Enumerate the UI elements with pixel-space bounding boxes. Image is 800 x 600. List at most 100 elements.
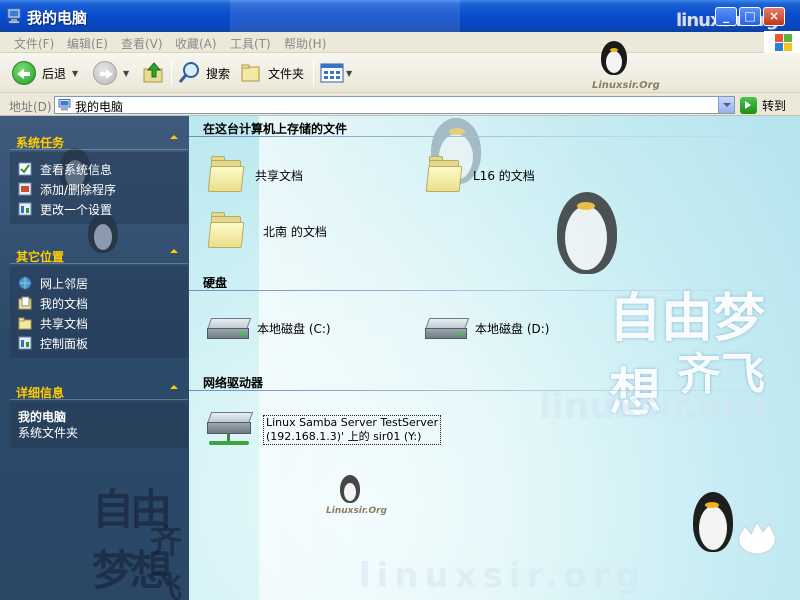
- forward-button[interactable]: ▼: [93, 59, 129, 87]
- menu-help[interactable]: 帮助(H): [284, 35, 326, 52]
- folders-button[interactable]: 文件夹: [240, 59, 304, 87]
- maximize-button[interactable]: □: [739, 7, 761, 26]
- folder-icon: [207, 212, 245, 250]
- group-divider: [189, 390, 800, 391]
- details-name: 我的电脑: [18, 410, 67, 424]
- item-label: 本地磁盘 (D:): [475, 321, 550, 336]
- side-link-label: 网上邻居: [40, 276, 89, 291]
- control-panel-link[interactable]: 控制面板: [18, 334, 88, 352]
- network-drive-icon: [205, 410, 257, 450]
- details-title: 详细信息: [16, 386, 65, 400]
- sidebar-slogan-2: 齐飞: [150, 522, 182, 600]
- other-places-title: 其它位置: [16, 250, 65, 264]
- title-bar[interactable]: 我的电脑 linuxsir.org _ □ ×: [0, 0, 800, 32]
- hard-drive-icon: [205, 314, 253, 342]
- toolbar: 后退 ▼ ▼ 搜索 文件夹 ▼ Linuxsir.Org: [0, 41, 800, 93]
- menu-view[interactable]: 查看(V): [121, 35, 163, 52]
- collapse-chevron-icon[interactable]: [170, 249, 178, 253]
- hard-drive-icon: [423, 314, 471, 342]
- side-link-label: 我的文档: [40, 296, 89, 311]
- item-label: 北南 的文档: [263, 224, 327, 239]
- dropdown-arrow-icon[interactable]: ▼: [346, 69, 352, 78]
- drive-item[interactable]: 本地磁盘 (D:): [423, 314, 549, 342]
- explorer-window: 我的电脑 linuxsir.org _ □ × 文件(F) 编辑(E) 查看(V…: [0, 0, 800, 600]
- back-arrow-icon: [12, 61, 36, 85]
- other-places-panel: 网上邻居 我的文档 共享文档 控制面板: [10, 266, 188, 358]
- my-documents-link[interactable]: 我的文档: [18, 294, 88, 312]
- folders-icon: [241, 64, 260, 82]
- drive-item[interactable]: 本地磁盘 (C:): [205, 314, 331, 342]
- control-panel-icon: [18, 202, 32, 216]
- folder-item[interactable]: L16 的文档: [425, 156, 535, 194]
- shared-documents-link[interactable]: 共享文档: [18, 314, 88, 332]
- add-remove-programs-icon: [18, 182, 32, 196]
- window-title: 我的电脑: [27, 9, 88, 27]
- side-link-label: 添加/删除程序: [40, 182, 117, 197]
- up-folder-button[interactable]: [142, 59, 166, 87]
- side-link-label: 共享文档: [40, 316, 89, 331]
- wallpaper-logo-text: Linuxsir.Org: [326, 506, 387, 516]
- group-divider: [189, 290, 800, 291]
- system-info-icon: [18, 162, 32, 176]
- penguin-logo-icon: [597, 39, 631, 79]
- item-label: 共享文档: [255, 168, 304, 183]
- folder-item[interactable]: 共享文档: [207, 156, 304, 194]
- up-folder-icon: [143, 62, 163, 83]
- search-icon: [178, 62, 199, 83]
- network-drive-label: Linux Samba Server TestServer (192.168.1…: [263, 415, 442, 445]
- system-tasks-title: 系统任务: [16, 136, 65, 150]
- view-system-info-link[interactable]: 查看系统信息: [18, 160, 112, 178]
- network-drive-label-line1: Linux Samba Server TestServer: [266, 416, 439, 429]
- go-arrow-icon: [740, 96, 757, 114]
- back-button[interactable]: 后退 ▼: [12, 59, 78, 87]
- side-link-label: 控制面板: [40, 336, 89, 351]
- folder-icon: [207, 156, 245, 194]
- details-header[interactable]: 详细信息: [10, 376, 188, 400]
- address-bar: 地址(D) 我的电脑 转到: [0, 93, 800, 116]
- minimize-button[interactable]: _: [715, 7, 737, 26]
- back-label: 后退: [42, 66, 67, 81]
- group-header-stored-files: 在这台计算机上存储的文件: [203, 122, 348, 136]
- search-label: 搜索: [206, 66, 231, 81]
- folder-item[interactable]: 北南 的文档: [207, 212, 327, 250]
- go-button[interactable]: 转到: [740, 96, 786, 114]
- folders-label: 文件夹: [268, 66, 305, 81]
- group-divider: [189, 136, 800, 137]
- change-setting-link[interactable]: 更改一个设置: [18, 200, 112, 218]
- details-panel: 我的电脑 系统文件夹: [10, 402, 188, 448]
- title-bar-watermark: [230, 0, 460, 32]
- system-tasks-panel: 查看系统信息 添加/删除程序 更改一个设置: [10, 152, 188, 224]
- forward-arrow-icon: [93, 61, 117, 85]
- menu-favorites[interactable]: 收藏(A): [175, 35, 217, 52]
- menu-bar: 文件(F) 编辑(E) 查看(V) 收藏(A) 工具(T) 帮助(H): [0, 32, 800, 53]
- penguin-decoration-icon: [683, 488, 743, 558]
- menu-tools[interactable]: 工具(T): [230, 35, 271, 52]
- address-input[interactable]: 我的电脑: [54, 96, 735, 114]
- file-view: 自由梦想 齐飞 linuxsir.org linuxsir.org Linuxs…: [189, 116, 800, 600]
- network-places-link[interactable]: 网上邻居: [18, 274, 88, 292]
- add-remove-programs-link[interactable]: 添加/删除程序: [18, 180, 116, 198]
- system-tasks-header[interactable]: 系统任务: [10, 126, 188, 150]
- views-button[interactable]: ▼: [320, 59, 352, 87]
- network-drive-item[interactable]: Linux Samba Server TestServer (192.168.1…: [205, 410, 442, 450]
- penguin-logo-icon: [337, 474, 363, 506]
- other-places-header[interactable]: 其它位置: [10, 240, 188, 264]
- search-button[interactable]: 搜索: [178, 59, 230, 87]
- my-computer-icon: [58, 99, 71, 111]
- address-dropdown-icon[interactable]: [718, 97, 734, 113]
- collapse-chevron-icon[interactable]: [170, 135, 178, 139]
- wallpaper-logo-text: Linuxsir.Org: [592, 80, 660, 91]
- close-button[interactable]: ×: [763, 7, 785, 26]
- go-label: 转到: [762, 98, 787, 113]
- details-type: 系统文件夹: [18, 426, 79, 440]
- windows-flag-icon: [764, 31, 800, 53]
- menu-file[interactable]: 文件(F): [14, 35, 54, 52]
- collapse-chevron-icon[interactable]: [170, 385, 178, 389]
- menu-edit[interactable]: 编辑(E): [67, 35, 108, 52]
- control-panel-icon: [18, 336, 32, 350]
- network-drive-label-line2: (192.168.1.3)' 上的 sir01 (Y:): [266, 430, 422, 443]
- dropdown-arrow-icon[interactable]: ▼: [72, 69, 78, 78]
- dropdown-arrow-icon[interactable]: ▼: [123, 69, 129, 78]
- group-header-hard-disks: 硬盘: [203, 276, 228, 290]
- penguin-decoration-icon: [541, 186, 633, 280]
